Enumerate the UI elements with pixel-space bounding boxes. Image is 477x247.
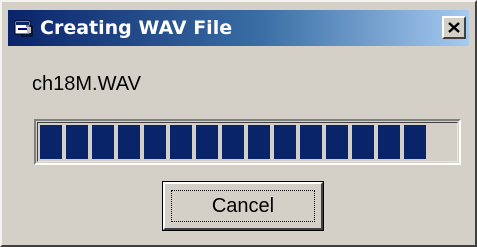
progress-block bbox=[144, 125, 166, 159]
progress-block bbox=[274, 125, 296, 159]
progress-block bbox=[40, 125, 62, 159]
progress-block bbox=[118, 125, 140, 159]
cancel-button-bevel: Cancel bbox=[163, 182, 323, 230]
cancel-button[interactable]: Cancel bbox=[162, 181, 324, 231]
app-window-icon bbox=[14, 18, 34, 38]
progress-bar bbox=[34, 119, 461, 165]
progress-block bbox=[248, 125, 270, 159]
progress-block bbox=[92, 125, 114, 159]
dialog-window: Creating WAV File ch18M.WAV Cancel bbox=[0, 0, 477, 247]
progress-track bbox=[37, 122, 458, 162]
progress-block bbox=[326, 125, 348, 159]
progress-fill bbox=[40, 125, 426, 159]
progress-block bbox=[66, 125, 88, 159]
close-icon bbox=[448, 22, 460, 33]
title-bar[interactable]: Creating WAV File bbox=[8, 10, 469, 46]
progress-block bbox=[300, 125, 322, 159]
progress-block bbox=[378, 125, 400, 159]
progress-block bbox=[352, 125, 374, 159]
window-title: Creating WAV File bbox=[40, 17, 233, 39]
progress-block bbox=[196, 125, 218, 159]
file-name-label: ch18M.WAV bbox=[32, 73, 141, 95]
close-button[interactable] bbox=[442, 16, 466, 39]
progress-block bbox=[222, 125, 244, 159]
progress-block bbox=[404, 125, 426, 159]
cancel-button-label: Cancel bbox=[211, 195, 275, 217]
progress-block bbox=[170, 125, 192, 159]
